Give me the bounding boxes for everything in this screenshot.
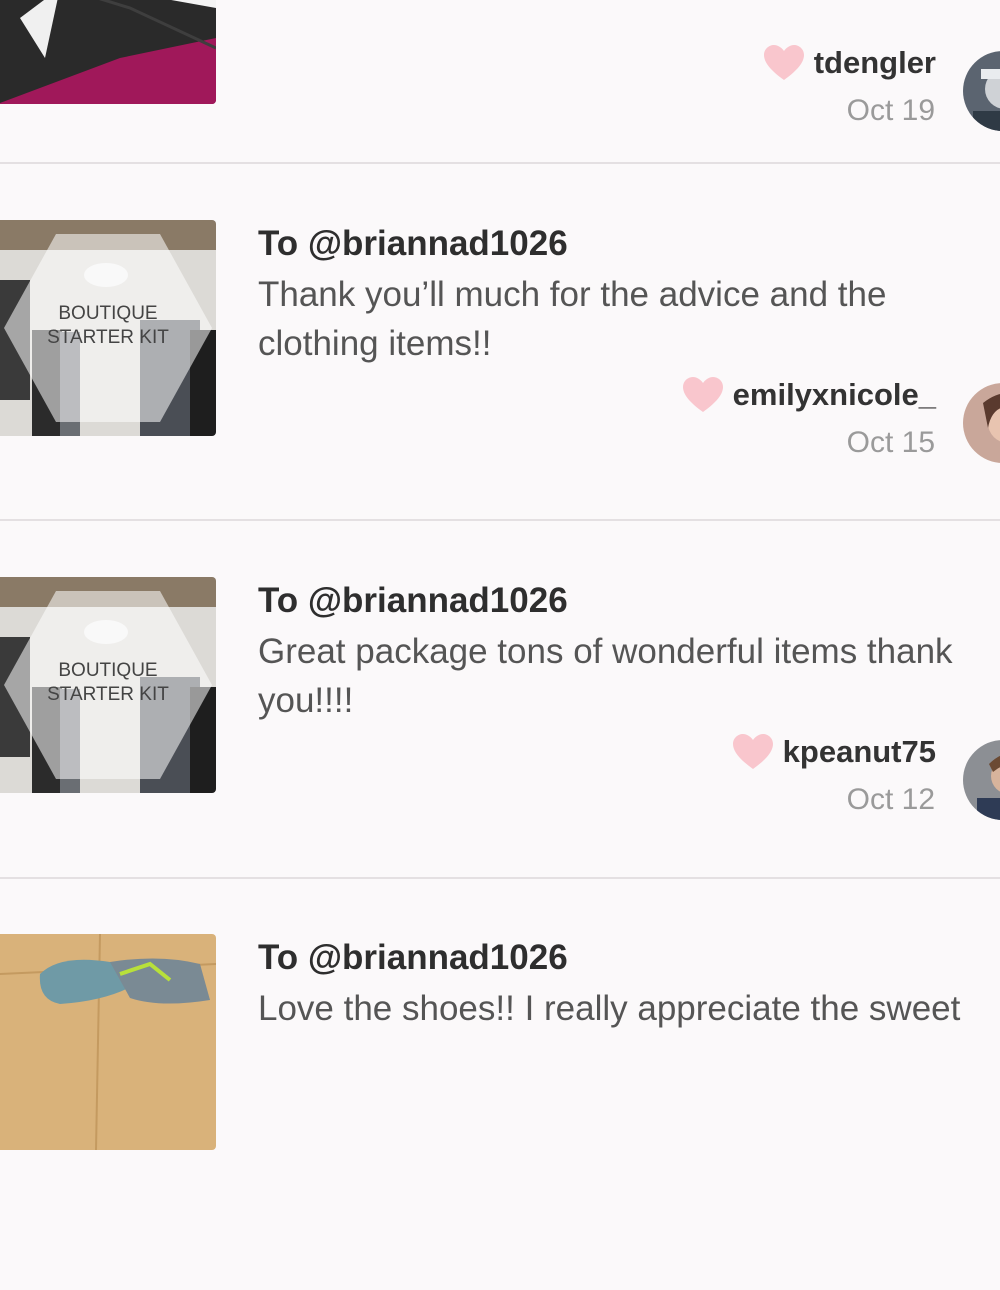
- user-avatar[interactable]: [963, 51, 1000, 131]
- listing-thumbnail[interactable]: BOUTIQUE STARTER KIT: [0, 577, 216, 793]
- thumbnail-caption-line: BOUTIQUE: [58, 660, 158, 681]
- review-entry: To @briannad1026 Love the shoes!! I real…: [0, 934, 1000, 1290]
- message-line: Thank you’ll much for the advice and the: [258, 275, 887, 314]
- review-date: Oct 19: [846, 94, 935, 127]
- review-message: Love the shoes!! I really appreciate the…: [258, 984, 1000, 1033]
- heart-icon[interactable]: [682, 377, 723, 413]
- review-author: kpeanut75: [732, 734, 936, 770]
- review-entry: tdengler Oct 19: [0, 0, 1000, 244]
- message-line: Great package tons of wonderful items th…: [258, 632, 953, 671]
- review-entry: BOUTIQUE STARTER KIT To @briannad1026 Th…: [0, 220, 1000, 576]
- message-line: you!!!!: [258, 681, 354, 720]
- review-date: Oct 15: [846, 426, 935, 459]
- thumbnail-caption-line: STARTER KIT: [47, 684, 169, 705]
- review-entry: BOUTIQUE STARTER KIT To @briannad1026 Gr…: [0, 577, 1000, 933]
- review-author: emilyxnicole_: [682, 377, 936, 413]
- review-message: Thank you’ll much for the advice and the…: [258, 270, 1000, 368]
- thumbnail-caption: BOUTIQUE STARTER KIT: [0, 302, 216, 350]
- review-recipient[interactable]: To @briannad1026: [258, 224, 568, 264]
- user-avatar[interactable]: [963, 740, 1000, 820]
- review-recipient[interactable]: To @briannad1026: [258, 581, 568, 621]
- heart-icon[interactable]: [763, 45, 804, 81]
- user-avatar[interactable]: [963, 383, 1000, 463]
- review-author: tdengler: [763, 45, 936, 81]
- listing-thumbnail[interactable]: [0, 934, 216, 1150]
- thumbnail-caption-line: BOUTIQUE: [58, 303, 158, 324]
- message-line: clothing items!!: [258, 324, 492, 363]
- heart-icon[interactable]: [732, 734, 773, 770]
- message-line: Love the shoes!! I really appreciate the…: [258, 989, 961, 1028]
- listing-thumbnail[interactable]: [0, 0, 216, 104]
- entry-divider: [0, 519, 1000, 521]
- entry-divider: [0, 877, 1000, 879]
- username[interactable]: tdengler: [814, 45, 936, 81]
- review-recipient[interactable]: To @briannad1026: [258, 938, 568, 978]
- username[interactable]: emilyxnicole_: [733, 377, 936, 413]
- review-message: Great package tons of wonderful items th…: [258, 627, 1000, 725]
- thumbnail-caption: BOUTIQUE STARTER KIT: [0, 659, 216, 707]
- username[interactable]: kpeanut75: [783, 734, 936, 770]
- thumbnail-caption-line: STARTER KIT: [47, 327, 169, 348]
- review-date: Oct 12: [846, 783, 935, 816]
- listing-thumbnail[interactable]: BOUTIQUE STARTER KIT: [0, 220, 216, 436]
- entry-divider: [0, 162, 1000, 164]
